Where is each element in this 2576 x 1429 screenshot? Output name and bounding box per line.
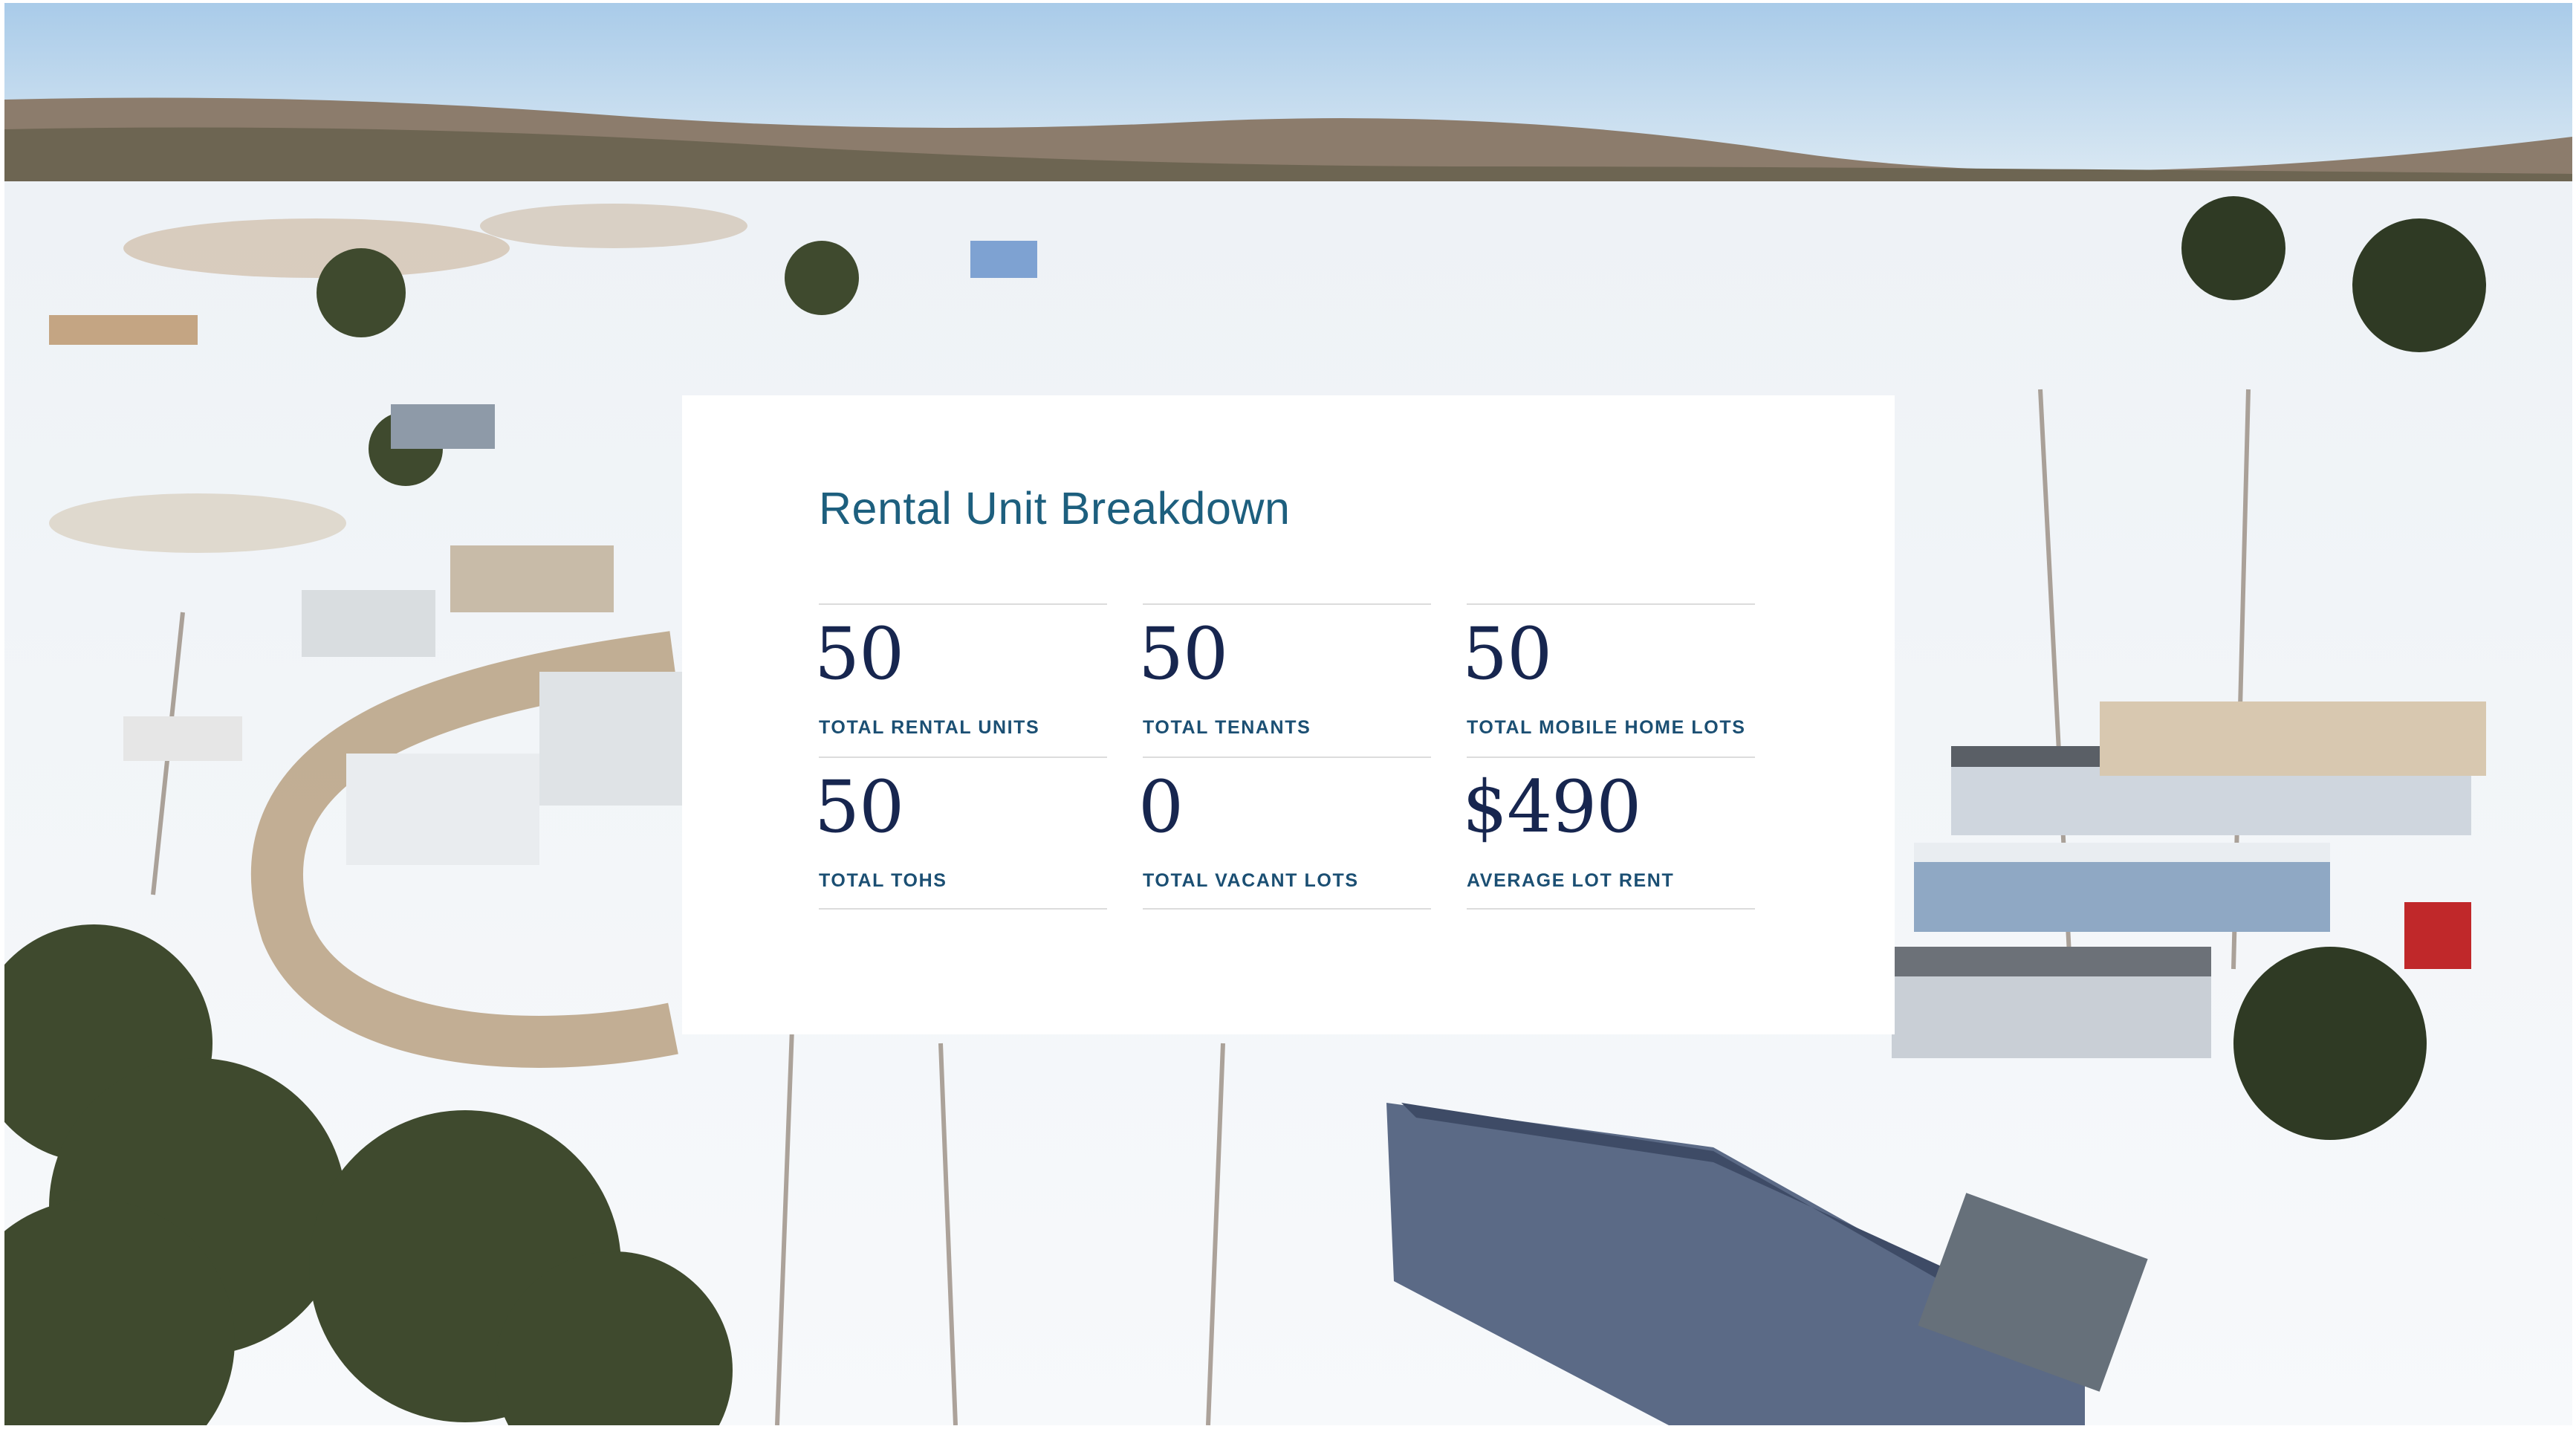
stat-total-rental-units: 50 TOTAL RENTAL UNITS	[814, 603, 1107, 756]
stat-label: AVERAGE LOT RENT	[1467, 870, 1675, 891]
stat-label: TOTAL RENTAL UNITS	[819, 717, 1040, 738]
stat-label: TOTAL VACANT LOTS	[1143, 870, 1359, 891]
stat-total-vacant-lots: 0 TOTAL VACANT LOTS	[1138, 756, 1431, 910]
stats-grid: 50 TOTAL RENTAL UNITS 50 TOTAL TENANTS 5…	[814, 603, 1767, 910]
rental-unit-breakdown-card: Rental Unit Breakdown 50 TOTAL RENTAL UN…	[682, 395, 1895, 1034]
stat-value: 50	[1138, 612, 1228, 696]
stat-total-tohs: 50 TOTAL TOHS	[814, 756, 1107, 910]
stat-label: TOTAL TENANTS	[1143, 717, 1311, 738]
stat-value: 50	[814, 765, 904, 849]
stat-label: TOTAL MOBILE HOME LOTS	[1467, 717, 1746, 738]
page: Rental Unit Breakdown 50 TOTAL RENTAL UN…	[0, 0, 2576, 1429]
stat-value: 50	[814, 612, 904, 696]
stat-value: $490	[1462, 765, 1641, 849]
stat-total-mobile-home-lots: 50 TOTAL MOBILE HOME LOTS	[1462, 603, 1755, 756]
stat-label: TOTAL TOHS	[819, 870, 947, 891]
stat-total-tenants: 50 TOTAL TENANTS	[1138, 603, 1431, 756]
stat-average-lot-rent: $490 AVERAGE LOT RENT	[1462, 756, 1755, 910]
stat-value: 0	[1138, 765, 1184, 849]
stat-value: 50	[1462, 612, 1552, 696]
card-title: Rental Unit Breakdown	[819, 483, 1291, 534]
